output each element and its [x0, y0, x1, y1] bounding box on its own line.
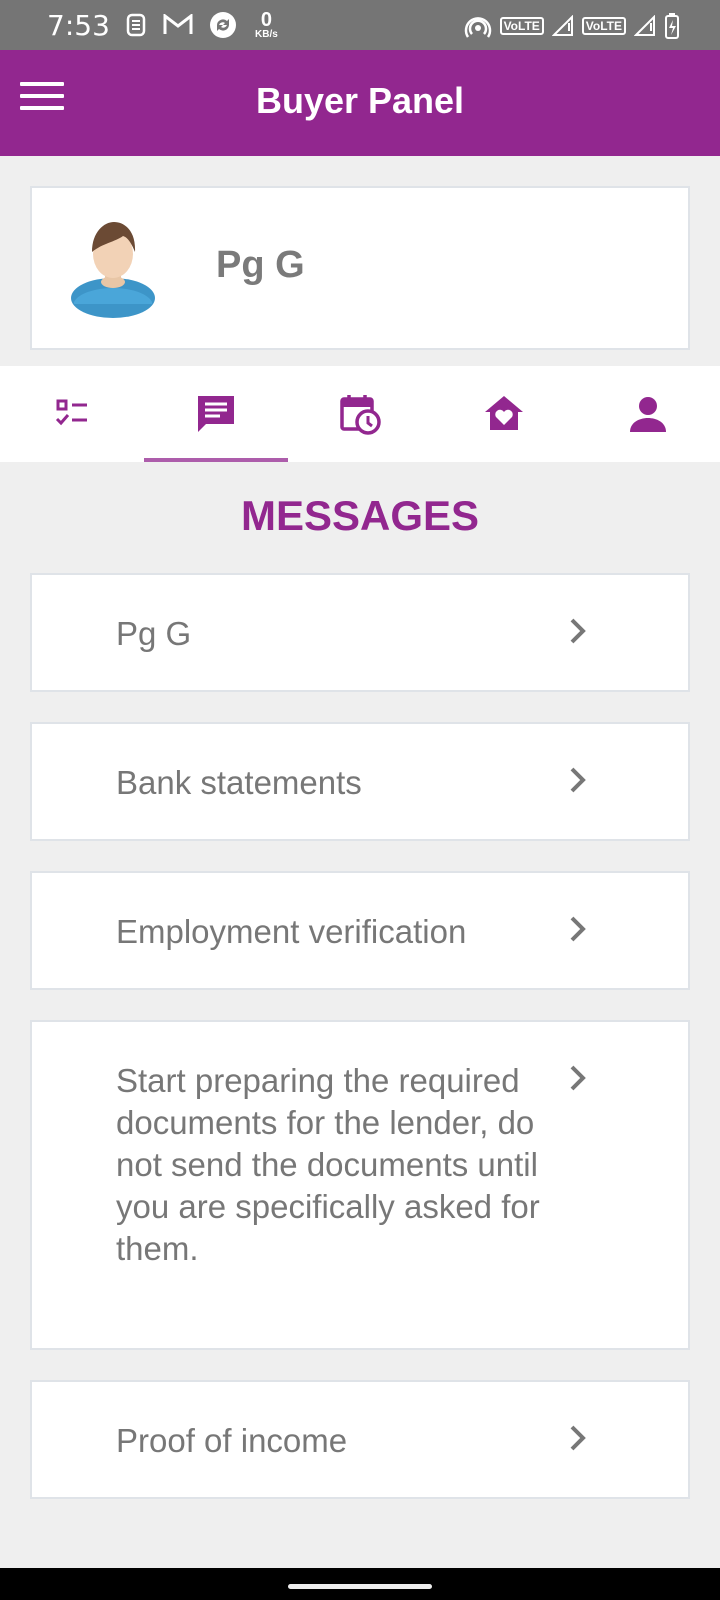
battery-charging-icon — [665, 13, 679, 39]
chevron-right-icon — [570, 1425, 586, 1451]
calendar-clock-icon — [340, 395, 381, 435]
chevron-right-icon — [570, 618, 586, 644]
volte-badge-1: VoLTE — [499, 17, 544, 35]
tab-schedule[interactable] — [288, 366, 432, 462]
hotspot-icon — [464, 17, 491, 38]
list-item-label: Proof of income — [116, 1422, 348, 1459]
list-item-label: Pg G — [116, 615, 192, 652]
network-speed: 0 KB/s — [255, 10, 278, 40]
list-item-label: Employment verification — [116, 913, 467, 950]
checklist-icon — [55, 399, 87, 426]
chevron-right-icon — [570, 1065, 586, 1091]
status-right-icons: VoLTE VoLTE — [464, 12, 680, 40]
volte-badge-2: VoLTE — [581, 17, 626, 35]
gmail-icon — [163, 14, 193, 34]
list-item-label: Start preparing the required documents f… — [116, 1062, 540, 1267]
list-item[interactable]: Bank statements — [30, 722, 690, 841]
status-left-icons: 0 KB/s — [125, 10, 278, 40]
status-time: 7:53 — [47, 9, 110, 42]
profile-card: Pg G — [30, 186, 690, 350]
tab-profile[interactable] — [576, 366, 720, 462]
profile-name: Pg G — [216, 244, 305, 286]
list-item[interactable]: Start preparing the required documents f… — [30, 1020, 690, 1350]
network-speed-unit: KB/s — [255, 29, 278, 40]
person-icon — [630, 397, 666, 432]
home-indicator[interactable] — [288, 1584, 432, 1589]
tab-bar — [0, 366, 720, 462]
home-heart-icon — [485, 396, 523, 430]
app-bar: Buyer Panel — [0, 50, 720, 156]
network-speed-value: 0 — [260, 9, 272, 31]
tab-checklist[interactable] — [0, 366, 144, 462]
list-item[interactable]: Proof of income — [30, 1380, 690, 1499]
tab-messages[interactable] — [144, 366, 288, 462]
user-avatar-icon — [71, 222, 155, 318]
sim-icon — [126, 13, 146, 37]
messages-list: Pg G Bank statements Employment verifica… — [30, 573, 690, 1529]
list-item[interactable]: Pg G — [30, 573, 690, 692]
sync-app-icon — [210, 12, 236, 38]
section-title: MESSAGES — [240, 492, 480, 539]
message-icon — [198, 396, 234, 432]
status-bar: 7:53 0 KB/s VoLTE VoLTE — [0, 0, 720, 50]
chevron-right-icon — [570, 767, 586, 793]
app-title: Buyer Panel — [255, 80, 465, 121]
tab-favorites[interactable] — [432, 366, 576, 462]
chevron-right-icon — [570, 916, 586, 942]
list-clip — [0, 1504, 720, 1568]
signal-icon-2 — [634, 15, 655, 36]
list-item-label: Bank statements — [116, 764, 362, 801]
list-item[interactable]: Employment verification — [30, 871, 690, 990]
signal-icon — [551, 15, 573, 36]
